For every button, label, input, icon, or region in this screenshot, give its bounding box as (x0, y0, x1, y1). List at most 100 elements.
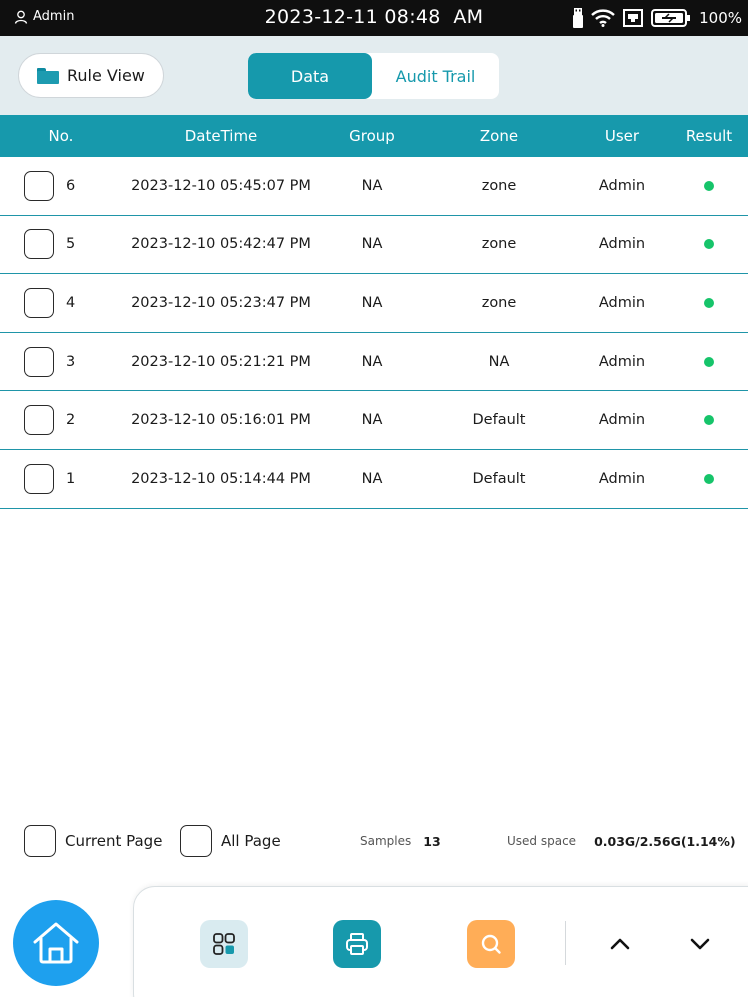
result-ok-dot (704, 239, 714, 250)
network-icon (623, 9, 644, 27)
table-body: 6 2023-12-10 05:45:07 PM NA zone Admin 5… (0, 157, 748, 509)
usb-icon (573, 8, 584, 28)
all-page-label: All Page (221, 832, 281, 850)
row-user: Admin (598, 236, 646, 253)
print-button[interactable] (333, 920, 381, 968)
column-header-no[interactable]: No. (0, 115, 122, 157)
row-no-cell: 5 (0, 216, 122, 274)
column-header-result[interactable]: Result (670, 115, 748, 157)
status-icons: 100% (573, 6, 742, 30)
battery-icon (651, 9, 691, 27)
dock-divider (565, 921, 566, 965)
row-result (670, 333, 748, 391)
result-ok-dot (704, 415, 714, 426)
row-user: Admin (598, 294, 646, 311)
rule-view-button[interactable]: Rule View (18, 53, 164, 98)
samples-value: 13 (423, 833, 441, 849)
row-zone: Default (472, 412, 526, 429)
wifi-icon (591, 9, 615, 27)
page-down-button[interactable] (676, 920, 724, 968)
rule-view-label: Rule View (67, 66, 145, 85)
table-row[interactable]: 4 2023-12-10 05:23:47 PM NA zone Admin (0, 274, 748, 333)
row-no-cell: 1 (0, 450, 122, 508)
row-datetime: 2023-12-10 05:45:07 PM (131, 177, 311, 194)
samples-label: Samples (360, 834, 412, 848)
row-user: Admin (598, 412, 646, 429)
row-datetime: 2023-12-10 05:14:44 PM (131, 470, 311, 487)
view-tabs: Data Audit Trail (248, 53, 499, 99)
row-no: 6 (66, 177, 76, 194)
toolbar: Rule View Data Audit Trail (0, 36, 748, 115)
row-no: 2 (66, 412, 76, 429)
row-checkbox[interactable] (24, 463, 54, 494)
row-group: NA (361, 353, 383, 370)
result-ok-dot (704, 473, 714, 484)
search-icon (481, 934, 501, 954)
row-no: 1 (66, 470, 76, 487)
table-row[interactable]: 5 2023-12-10 05:42:47 PM NA zone Admin (0, 216, 748, 275)
grid-icon (213, 933, 235, 955)
table-row[interactable]: 1 2023-12-10 05:14:44 PM NA Default Admi… (0, 450, 748, 509)
row-checkbox[interactable] (24, 405, 54, 436)
row-zone: Default (472, 470, 526, 487)
column-header-user[interactable]: User (574, 115, 670, 157)
chevron-up-icon (610, 938, 630, 950)
row-result (670, 216, 748, 274)
row-result (670, 274, 748, 332)
print-icon (346, 933, 368, 955)
bottom-dock (133, 886, 748, 997)
chevron-down-icon (690, 938, 710, 950)
row-datetime: 2023-12-10 05:42:47 PM (131, 236, 311, 253)
current-page-checkbox[interactable] (24, 825, 56, 857)
row-no: 3 (66, 353, 76, 370)
row-zone: zone (481, 294, 517, 311)
column-header-datetime[interactable]: DateTime (122, 115, 320, 157)
row-user: Admin (598, 470, 646, 487)
column-header-zone[interactable]: Zone (424, 115, 574, 157)
result-ok-dot (704, 356, 714, 367)
column-header-group[interactable]: Group (320, 115, 424, 157)
row-checkbox[interactable] (24, 346, 54, 377)
tab-audit-trail[interactable]: Audit Trail (372, 53, 499, 99)
row-no: 4 (66, 294, 76, 311)
row-user: Admin (598, 353, 646, 370)
used-space-label: Used space (507, 834, 577, 848)
status-bar: Admin 2023-12-11 08:48 AM 100% (0, 0, 748, 36)
home-button[interactable] (13, 900, 99, 986)
row-user: Admin (598, 177, 646, 194)
row-checkbox[interactable] (24, 287, 54, 318)
table-header: No. DateTime Group Zone User Result (0, 115, 748, 157)
current-page-label: Current Page (65, 832, 163, 850)
home-icon (33, 922, 79, 964)
row-no-cell: 2 (0, 391, 122, 449)
row-no-cell: 6 (0, 157, 122, 215)
row-result (670, 391, 748, 449)
menu-grid-button[interactable] (200, 920, 248, 968)
current-page-option[interactable]: Current Page (24, 824, 162, 858)
samples-stat: Samples 13 (360, 824, 441, 858)
row-zone: NA (488, 353, 510, 370)
all-page-checkbox[interactable] (180, 825, 212, 857)
row-group: NA (361, 236, 383, 253)
row-zone: zone (481, 236, 517, 253)
tab-data[interactable]: Data (248, 53, 372, 99)
table-row[interactable]: 2 2023-12-10 05:16:01 PM NA Default Admi… (0, 391, 748, 450)
row-checkbox[interactable] (24, 229, 54, 260)
row-datetime: 2023-12-10 05:23:47 PM (131, 294, 311, 311)
row-checkbox[interactable] (24, 170, 54, 201)
used-space-value: 0.03G/2.56G(1.14%) (594, 833, 736, 849)
folder-icon (37, 67, 59, 84)
row-datetime: 2023-12-10 05:16:01 PM (131, 412, 311, 429)
footer-stats: Current Page All Page Samples 13 Used sp… (0, 824, 748, 858)
row-result (670, 157, 748, 215)
search-button[interactable] (467, 920, 515, 968)
result-ok-dot (704, 180, 714, 191)
row-no: 5 (66, 236, 76, 253)
row-no-cell: 3 (0, 333, 122, 391)
table-row[interactable]: 6 2023-12-10 05:45:07 PM NA zone Admin (0, 157, 748, 216)
page-up-button[interactable] (596, 920, 644, 968)
all-page-option[interactable]: All Page (180, 824, 281, 858)
row-no-cell: 4 (0, 274, 122, 332)
table-row[interactable]: 3 2023-12-10 05:21:21 PM NA NA Admin (0, 333, 748, 392)
result-ok-dot (704, 297, 714, 308)
